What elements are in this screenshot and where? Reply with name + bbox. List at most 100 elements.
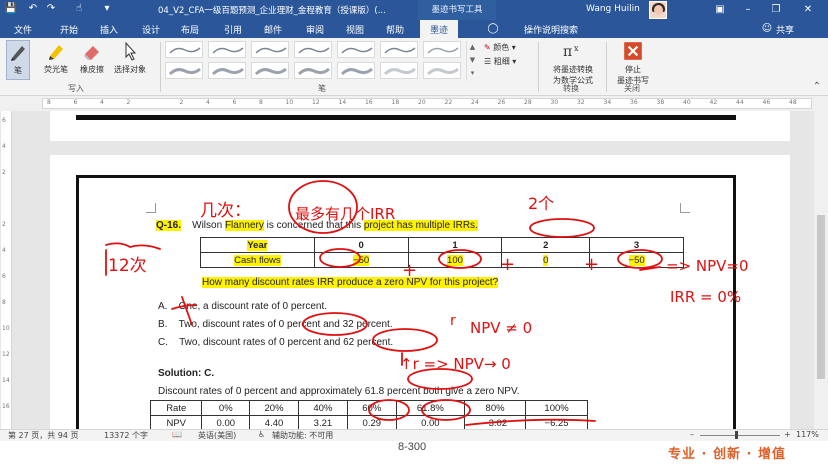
zoom-percent[interactable]: 117% [796, 430, 819, 439]
ink-circle [438, 249, 482, 269]
word-window: 💾 ↶ ↷ ☝ ▾ 04_V2_CFA一级百题预测_企业理财_金程教育（授课版）… [0, 0, 828, 465]
eraser-button[interactable]: 橡皮擦 [76, 40, 108, 75]
language[interactable]: 英语(美国) [198, 430, 236, 441]
touch-mode-icon[interactable]: ☝ [72, 2, 86, 16]
pen-swatch[interactable] [294, 62, 332, 79]
ruler-tick-label: 34 [603, 99, 612, 106]
tab-mailings[interactable]: 邮件 [264, 23, 282, 36]
ruler-tick-label: 20 [418, 99, 426, 106]
ruler-tick-label: 12 [312, 99, 320, 106]
horizontal-ruler[interactable]: 8 6 4 2 2 4 6 8 10 12 14 16 18 20 22 24 26 28 30 32 34 36 38 40… [42, 98, 812, 109]
pen-label: 笔 [14, 66, 22, 75]
save-icon[interactable]: 💾 [4, 2, 18, 16]
page-info[interactable]: 第 27 页，共 94 页 [8, 430, 79, 441]
minimize-icon[interactable]: – [734, 0, 762, 20]
context-tab-ink-tools: 墨迹书写工具 [418, 0, 496, 20]
pen-swatch[interactable] [380, 41, 418, 58]
ink-to-math-button[interactable]: π x 将墨迹转换 为数学公式 [544, 40, 602, 86]
ruler-tick-label: 32 [577, 99, 585, 106]
tab-home[interactable]: 开始 [60, 23, 78, 36]
customize-icon[interactable]: ▾ [100, 2, 114, 16]
tab-review[interactable]: 审阅 [306, 23, 324, 36]
ink-plus: + [402, 260, 417, 281]
pen-tool-button[interactable]: 笔 [6, 40, 30, 80]
color-label: 颜色 [493, 43, 510, 52]
tab-references[interactable]: 引用 [224, 23, 242, 36]
pen-swatch[interactable] [423, 62, 461, 79]
zoom-out-icon[interactable]: – [690, 430, 694, 439]
undo-icon[interactable]: ↶ [26, 2, 40, 16]
tab-ink[interactable]: 墨迹 [420, 20, 459, 38]
eraser-icon [84, 46, 99, 60]
ruler-tick-label: 30 [550, 99, 559, 106]
user-name[interactable]: Wang Huilin [586, 4, 640, 14]
proofing-icon[interactable]: 📖 [172, 430, 182, 439]
ink-irr-zero: IRR = 0% [670, 288, 741, 306]
ink-circle [421, 399, 471, 421]
ruler-tick-label: 6 [2, 273, 6, 280]
ruler-tick-label: 16 [365, 99, 373, 106]
pen-swatch[interactable] [337, 62, 375, 79]
tab-insert[interactable]: 插入 [100, 23, 118, 36]
scrollbar-thumb[interactable] [817, 215, 825, 379]
ink-stroke [105, 242, 161, 250]
accessibility-icon: ♿ [258, 430, 266, 439]
collapse-ribbon-icon[interactable]: ⌃ [810, 80, 824, 94]
color-button[interactable]: ✎ 颜色 ▾ [484, 42, 516, 53]
eraser-label: 橡皮擦 [80, 65, 104, 74]
tab-view[interactable]: 视图 [346, 23, 364, 36]
ruler-tick-label: 24 [471, 99, 479, 106]
zoom-slider[interactable] [700, 435, 780, 436]
ink-stroke [181, 296, 193, 326]
select-objects-button[interactable]: 选择对象 [110, 40, 150, 75]
document-page[interactable]: Q-16. Wilson Flannery is concerned that … [50, 155, 790, 429]
ribbon-divider [160, 42, 161, 92]
pen-swatch[interactable] [423, 41, 461, 58]
pen-swatch[interactable] [165, 41, 203, 58]
ruler-tick-label: 12 [2, 351, 10, 358]
pen-swatch[interactable] [294, 41, 332, 58]
close-icon[interactable]: ✕ [794, 0, 822, 20]
page-border-bottom [76, 115, 736, 120]
ink-stroke [171, 304, 197, 310]
zoom-in-icon[interactable]: + [784, 430, 791, 439]
write-group-label: 写入 [68, 84, 84, 93]
ink-circle [372, 328, 438, 352]
accessibility-status[interactable]: 辅助功能: 不可用 [272, 430, 333, 441]
ink-r-arrow-note: ↑r => NPV→ 0 [400, 355, 511, 373]
lightbulb-icon: ◯ [487, 23, 499, 34]
ruler-tick-label: 4 [2, 247, 6, 254]
word-count[interactable]: 13372 个字 [104, 430, 148, 441]
zoom-slider-knob[interactable] [735, 431, 738, 439]
restore-icon[interactable]: ❐ [762, 0, 790, 20]
tab-help[interactable]: 帮助 [386, 23, 404, 36]
ribbon-tabs: 文件 开始 插入 设计 布局 引用 邮件 审阅 视图 帮助 墨迹 ◯ 操作说明搜… [0, 20, 828, 38]
pen-swatch[interactable] [251, 62, 289, 79]
thickness-icon: ☰ [484, 57, 492, 66]
avatar[interactable] [649, 1, 667, 19]
pen-gallery-scroll[interactable]: ▲ ▼ ▾ [466, 41, 478, 81]
tab-layout[interactable]: 布局 [181, 23, 199, 36]
select-objects-label: 选择对象 [114, 65, 146, 74]
ribbon-display-icon[interactable]: ▣ [706, 0, 734, 20]
highlighter-button[interactable]: 荧光笔 [40, 40, 72, 75]
slogan-watermark: 专业 · 创新 · 增值 [668, 447, 786, 462]
vertical-scrollbar[interactable] [814, 111, 828, 429]
tab-file[interactable]: 文件 [14, 23, 32, 36]
vertical-ruler[interactable]: 6 4 2 2 4 6 8 10 12 14 16 [1, 111, 12, 429]
tab-design[interactable]: 设计 [142, 23, 160, 36]
thickness-button[interactable]: ☰ 粗细 ▾ [484, 56, 516, 67]
ink-annotations: 几次： 最多有几个IRR 2个 12次 + + + => NPV=0 IRR =… [105, 180, 749, 426]
pen-gallery [165, 41, 478, 81]
pen-swatch[interactable] [380, 62, 418, 79]
pen-swatch[interactable] [251, 41, 289, 58]
pen-swatch[interactable] [208, 62, 246, 79]
ruler-tick-label: 10 [285, 99, 294, 106]
share-button[interactable]: 共享 [776, 23, 794, 36]
tell-me-search[interactable]: 操作说明搜索 [524, 23, 578, 36]
pen-swatch[interactable] [208, 41, 246, 58]
redo-icon[interactable]: ↷ [44, 2, 58, 16]
stop-inking-button[interactable]: 停止 墨迹书写 [610, 40, 656, 86]
pen-swatch[interactable] [165, 62, 203, 79]
pen-swatch[interactable] [337, 41, 375, 58]
